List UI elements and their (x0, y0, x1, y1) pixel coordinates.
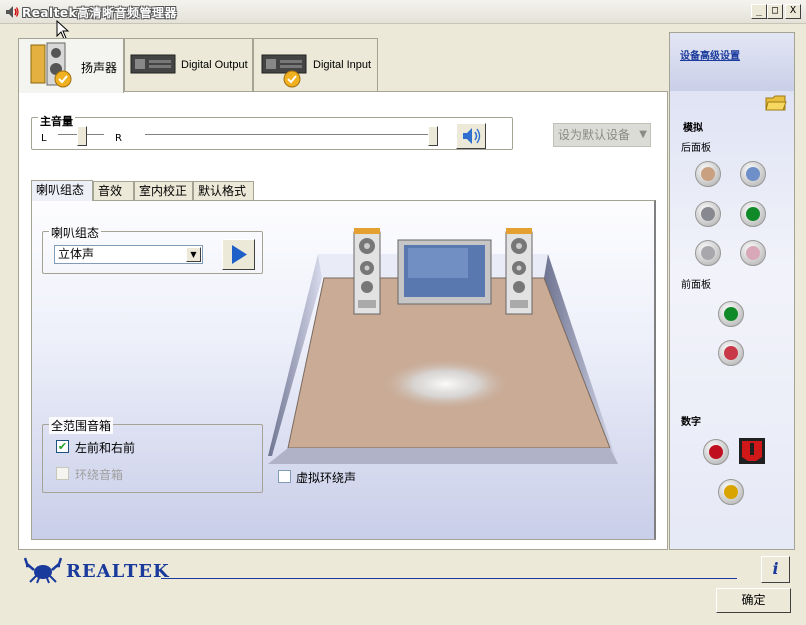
tab-default-format[interactable]: 默认格式 (193, 181, 254, 201)
mouse-cursor-icon (56, 20, 70, 40)
chevron-down-icon: ▼ (639, 129, 647, 140)
play-test-button[interactable] (222, 239, 255, 270)
digital-input-device-icon (261, 54, 307, 88)
balance-slider-thumb[interactable] (77, 126, 87, 146)
rear-jack-orange[interactable] (695, 161, 721, 187)
sweet-spot-glow (380, 358, 512, 410)
rear-jack-gray-2[interactable] (695, 240, 721, 266)
tab-digital-output[interactable]: Digital Output (124, 38, 253, 92)
chevron-down-icon[interactable]: ▼ (186, 247, 201, 262)
speaker-config-select[interactable]: 立体声 ▼ (54, 245, 203, 264)
coaxial-jack-yellow[interactable] (718, 479, 744, 505)
play-icon (232, 245, 247, 264)
room-illustration (268, 228, 618, 464)
volume-slider-track[interactable] (145, 134, 437, 137)
coaxial-jack-red[interactable] (703, 439, 729, 465)
full-range-group-title: 全范围音箱 (49, 417, 114, 434)
front-jack-green[interactable] (718, 301, 744, 327)
mute-button[interactable] (456, 123, 486, 149)
ok-button[interactable]: 确定 (716, 588, 791, 613)
speaker-volume-icon (463, 128, 481, 144)
brand-divider (161, 578, 737, 579)
window-title: Realtek高清晰音频管理器 (22, 6, 177, 20)
rear-panel-label: 后面板 (681, 143, 711, 154)
info-button[interactable]: i (761, 556, 790, 583)
advanced-settings-link[interactable]: 设备高级设置 (680, 47, 740, 62)
realtek-crab-logo (24, 557, 62, 584)
tab-speakers[interactable]: 扬声器 (18, 38, 124, 93)
connector-panel-header: 设备高级设置 (670, 33, 794, 91)
master-volume-title: 主音量 (38, 113, 75, 129)
optical-port-icon[interactable] (738, 437, 766, 465)
tv-icon (397, 239, 492, 305)
set-default-device-label: 设为默认设备 (558, 128, 631, 142)
realtek-brand-text: REALTEK (66, 561, 170, 582)
balance-left-label: L (41, 133, 47, 144)
analog-section-label: 模拟 (683, 123, 703, 134)
maximize-button[interactable]: □ (767, 4, 783, 19)
front-lr-checkbox[interactable]: ✔ (56, 440, 69, 453)
close-button[interactable]: X (785, 4, 801, 19)
volume-slider-thumb[interactable] (428, 126, 438, 146)
left-speaker-icon[interactable] (353, 228, 381, 315)
tab-speakers-label: 扬声器 (81, 61, 118, 75)
right-speaker-icon[interactable] (505, 228, 533, 315)
folder-icon[interactable] (765, 94, 787, 112)
virtual-surround-label: 虚拟环绕声 (296, 471, 357, 485)
speaker-config-selected-value: 立体声 (58, 247, 95, 261)
surround-speakers-checkbox[interactable] (56, 467, 69, 480)
front-lr-label: 左前和右前 (75, 441, 136, 455)
digital-section-label: 数字 (681, 417, 701, 428)
rear-jack-green[interactable] (740, 201, 766, 227)
tab-room-correction[interactable]: 室内校正 (134, 181, 193, 201)
rear-jack-pink[interactable] (740, 240, 766, 266)
virtual-surround-checkbox[interactable] (278, 470, 291, 483)
set-default-device-button[interactable]: 设为默认设备 ▼ (553, 123, 651, 147)
tab-sound-effects[interactable]: 音效 (93, 181, 134, 201)
tab-digital-input[interactable]: Digital Input (253, 38, 378, 92)
rear-jack-blue[interactable] (740, 161, 766, 187)
speaker-device-icon (30, 42, 72, 88)
minimize-button[interactable]: _ (751, 4, 767, 19)
tab-speaker-config[interactable]: 喇叭组态 (31, 180, 93, 201)
speaker-config-group-title: 喇叭组态 (49, 224, 102, 241)
digital-output-device-icon (130, 54, 176, 74)
front-jack-pink[interactable] (718, 340, 744, 366)
speaker-app-icon (6, 6, 19, 18)
title-bar[interactable]: Realtek高清晰音频管理器 _ □ X (0, 0, 806, 24)
realtek-audio-manager-window: Realtek高清晰音频管理器 _ □ X 扬声器 Digital Output (0, 0, 806, 625)
front-panel-label: 前面板 (681, 280, 711, 291)
tab-digital-output-label: Digital Output (181, 59, 248, 71)
tab-digital-input-label: Digital Input (313, 59, 372, 71)
rear-jack-gray[interactable] (695, 201, 721, 227)
room-floor-edge (268, 448, 618, 464)
surround-speakers-label: 环绕音箱 (75, 468, 124, 482)
balance-right-label: R (115, 133, 122, 144)
